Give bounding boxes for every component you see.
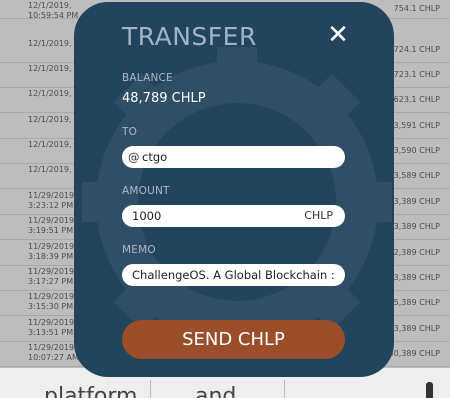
memo-input[interactable]: ChallengeOS. A Global Blockchain : <box>122 264 345 286</box>
amount-input[interactable]: 1000 CHLP <box>122 205 345 227</box>
balance-value: 48,789 CHLP <box>122 91 206 106</box>
tab-divider <box>284 380 285 398</box>
transfer-modal: TRANSFER ✕ BALANCE 48,789 CHLP TO @ ctgo… <box>74 2 394 377</box>
transaction-amount: 3,389 CHLP <box>393 222 440 231</box>
transaction-amount: 3,591 CHLP <box>393 121 440 130</box>
tab-divider <box>150 380 151 398</box>
at-prefix: @ <box>128 150 140 164</box>
send-chlp-button[interactable]: SEND CHLP <box>122 320 345 359</box>
tab-edge-marker <box>426 382 433 398</box>
close-icon[interactable]: ✕ <box>326 22 350 48</box>
amount-value: 1000 <box>132 209 162 223</box>
transaction-amount: 30,389 CHLP <box>388 349 440 358</box>
to-input[interactable]: @ ctgo <box>122 146 345 168</box>
transaction-amount: 3,389 CHLP <box>393 324 440 333</box>
tab-and[interactable]: and <box>195 382 236 398</box>
to-value: ctgo <box>142 150 168 164</box>
memo-label: MEMO <box>122 244 156 256</box>
transaction-amount: 3,389 CHLP <box>393 273 440 282</box>
amount-unit: CHLP <box>304 209 333 222</box>
transaction-amount: 2,389 CHLP <box>393 248 440 257</box>
transaction-amount: 623.1 CHLP <box>393 95 440 104</box>
transaction-amount: 754.1 CHLP <box>393 4 440 13</box>
balance-label: BALANCE <box>122 72 173 84</box>
modal-title: TRANSFER <box>122 22 257 51</box>
transaction-amount: 3,590 CHLP <box>393 146 440 155</box>
amount-label: AMOUNT <box>122 185 170 197</box>
to-label: TO <box>122 126 138 138</box>
tab-platform[interactable]: platform <box>44 382 137 398</box>
transaction-amount: 3,389 CHLP <box>393 197 440 206</box>
transaction-amount: 5,389 CHLP <box>393 298 440 307</box>
transaction-amount: 724.1 CHLP <box>393 45 440 54</box>
memo-value: ChallengeOS. A Global Blockchain : <box>132 268 335 282</box>
transaction-amount: 3,589 CHLP <box>393 171 440 180</box>
transaction-amount: 723.1 CHLP <box>393 70 440 79</box>
